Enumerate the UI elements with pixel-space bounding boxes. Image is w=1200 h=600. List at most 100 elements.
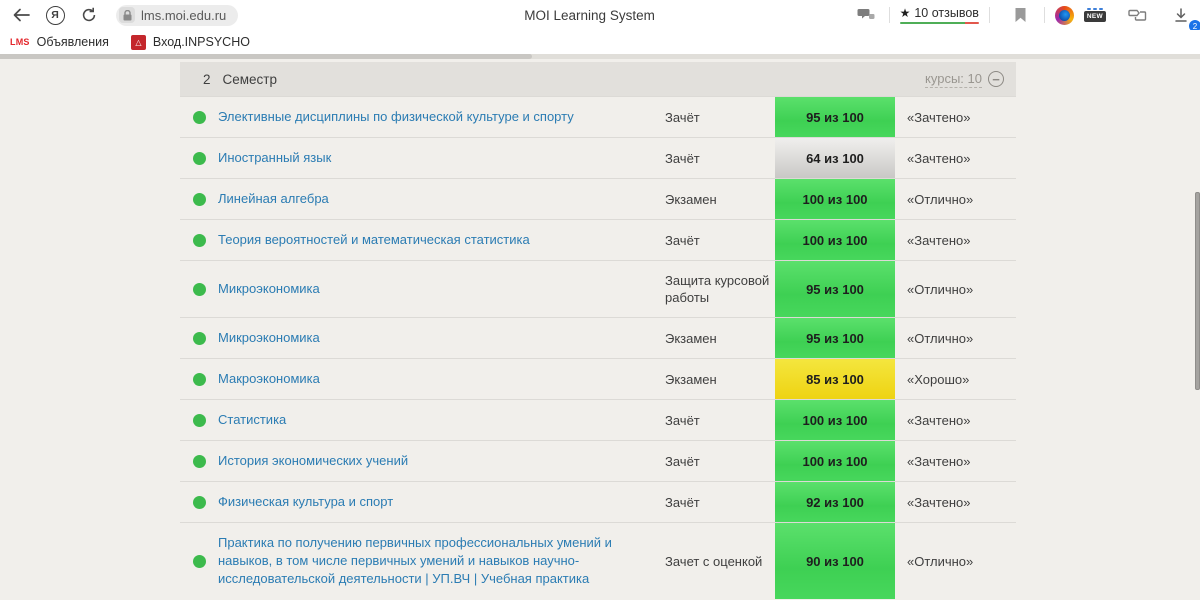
table-row: Теория вероятностей и математическая ста… xyxy=(180,219,1016,260)
assessment-type: Экзамен xyxy=(665,330,717,346)
vertical-scrollbar-thumb[interactable] xyxy=(1195,192,1200,390)
grade-text: «Отлично» xyxy=(907,330,974,346)
new-badge: NEW xyxy=(1083,11,1106,22)
course-link[interactable]: История экономических учений xyxy=(218,452,408,470)
course-link[interactable]: Макроэкономика xyxy=(218,370,320,388)
course-link[interactable]: Элективные дисциплины по физической куль… xyxy=(218,108,574,126)
table-row: Линейная алгебра Экзамен 100 из 100 «Отл… xyxy=(180,178,1016,219)
score-badge: 100 из 100 xyxy=(775,220,895,260)
status-cell xyxy=(180,220,218,260)
course-link[interactable]: Линейная алгебра xyxy=(218,190,329,208)
table-row: История экономических учений Зачёт 100 и… xyxy=(180,440,1016,481)
bookmark-flag-button[interactable] xyxy=(1008,2,1034,28)
semester-number: 2 xyxy=(203,71,211,87)
status-dot-icon xyxy=(192,192,206,206)
grade-text: «Хорошо» xyxy=(907,371,970,387)
chat-button[interactable] xyxy=(853,2,879,28)
refresh-icon xyxy=(82,7,96,22)
score-badge: 100 из 100 xyxy=(775,179,895,219)
assessment-type: Зачёт xyxy=(665,109,700,125)
semester-label: Семестр xyxy=(222,71,278,87)
status-dot-icon xyxy=(192,233,206,247)
tab-groups-icon xyxy=(1127,9,1146,21)
separator xyxy=(988,7,990,23)
bookmark-label: Объявления xyxy=(36,35,109,49)
back-button[interactable] xyxy=(8,2,34,28)
new-extension-button[interactable]: NEW xyxy=(1083,8,1106,22)
table-row: Иностранный язык Зачёт 64 из 100 «Зачтен… xyxy=(180,137,1016,178)
courses-count-link[interactable]: курсы: 10 xyxy=(925,71,982,88)
assessment-type: Экзамен xyxy=(665,371,717,387)
assessment-type: Экзамен xyxy=(665,191,717,207)
score-badge: 90 из 100 xyxy=(775,523,895,599)
bookmark-item-inpsycho-login[interactable]: △ Вход.INPSYCHO xyxy=(130,34,250,50)
course-link[interactable]: Статистика xyxy=(218,411,286,429)
table-row: Макроэкономика Экзамен 85 из 100 «Хорошо… xyxy=(180,358,1016,399)
grade-text: «Зачтено» xyxy=(907,412,971,428)
course-link[interactable]: Микроэкономика xyxy=(218,280,320,298)
grade-text: «Отлично» xyxy=(907,191,974,207)
assessment-type: Зачёт xyxy=(665,453,700,469)
course-link[interactable]: Практика по получению первичных професси… xyxy=(218,534,647,588)
table-row: Микроэкономика Защита курсовой работы 95… xyxy=(180,260,1016,317)
course-link[interactable]: Теория вероятностей и математическая ста… xyxy=(218,231,530,249)
separator xyxy=(1043,7,1045,23)
table-row: Физическая культура и спорт Зачёт 92 из … xyxy=(180,481,1016,522)
status-cell xyxy=(180,97,218,137)
status-dot-icon xyxy=(192,554,206,568)
semester-grades-table: 2 Семестр курсы: 10 − Элективные дисципл… xyxy=(180,62,1016,600)
bookmark-item-announcements[interactable]: LMS Объявления xyxy=(10,35,109,49)
table-row: Элективные дисциплины по физической куль… xyxy=(180,96,1016,137)
status-dot-icon xyxy=(192,331,206,345)
page-title: MOI Learning System xyxy=(524,7,655,23)
grade-text: «Отлично» xyxy=(907,281,974,297)
grade-text: «Зачтено» xyxy=(907,453,971,469)
tab-groups-button[interactable] xyxy=(1124,2,1150,28)
assessment-type: Защита курсовой работы xyxy=(665,273,770,305)
assessment-type: Зачёт xyxy=(665,412,700,428)
score-badge: 64 из 100 xyxy=(775,138,895,178)
course-link[interactable]: Иностранный язык xyxy=(218,149,331,167)
yandex-home-button[interactable]: Я xyxy=(42,2,68,28)
score-badge: 85 из 100 xyxy=(775,359,895,399)
course-link[interactable]: Физическая культура и спорт xyxy=(218,493,393,511)
chat-bubbles-icon xyxy=(857,8,875,19)
status-dot-icon xyxy=(192,282,206,296)
status-dot-icon xyxy=(192,372,206,386)
score-badge: 95 из 100 xyxy=(775,318,895,358)
separator xyxy=(888,7,890,23)
status-cell xyxy=(180,441,218,481)
refresh-button[interactable] xyxy=(76,2,102,28)
sparkle-icon xyxy=(1086,8,1103,10)
grade-text: «Зачтено» xyxy=(907,494,971,510)
extension-circle-icon[interactable] xyxy=(1054,5,1074,25)
score-badge: 92 из 100 xyxy=(775,482,895,522)
status-cell xyxy=(180,179,218,219)
grade-text: «Зачтено» xyxy=(907,150,971,166)
assessment-type: Зачёт xyxy=(665,150,700,166)
collapse-icon[interactable]: − xyxy=(988,71,1004,87)
star-icon: ★ xyxy=(899,5,911,20)
course-link[interactable]: Микроэкономика xyxy=(218,329,320,347)
browser-toolbar: Я lms.moi.edu.ru MOI Learning System ★ 1… xyxy=(0,0,1200,32)
back-arrow-icon xyxy=(13,8,30,22)
downloads-button[interactable]: 2 xyxy=(1168,2,1200,32)
bookmark-flag-icon xyxy=(1015,8,1026,22)
rating-bar xyxy=(899,21,979,25)
bookmark-label: Вход.INPSYCHO xyxy=(152,35,250,49)
semester-2-header: 2 Семестр курсы: 10 − xyxy=(180,62,1016,96)
score-badge: 95 из 100 xyxy=(775,97,895,137)
table-row: Практика по получению первичных професси… xyxy=(180,522,1016,599)
status-cell xyxy=(180,318,218,358)
status-cell xyxy=(180,359,218,399)
address-bar[interactable]: lms.moi.edu.ru xyxy=(116,4,239,26)
status-dot-icon xyxy=(192,110,206,124)
inpsycho-favicon: △ xyxy=(130,34,146,50)
score-badge: 100 из 100 xyxy=(775,441,895,481)
lock-icon[interactable] xyxy=(119,7,135,23)
table-row: Статистика Зачёт 100 из 100 «Зачтено» xyxy=(180,399,1016,440)
status-dot-icon xyxy=(192,495,206,509)
site-reviews-widget[interactable]: ★ 10 отзывов xyxy=(899,5,979,25)
grade-text: «Зачтено» xyxy=(907,232,971,248)
grade-text: «Зачтено» xyxy=(907,109,971,125)
